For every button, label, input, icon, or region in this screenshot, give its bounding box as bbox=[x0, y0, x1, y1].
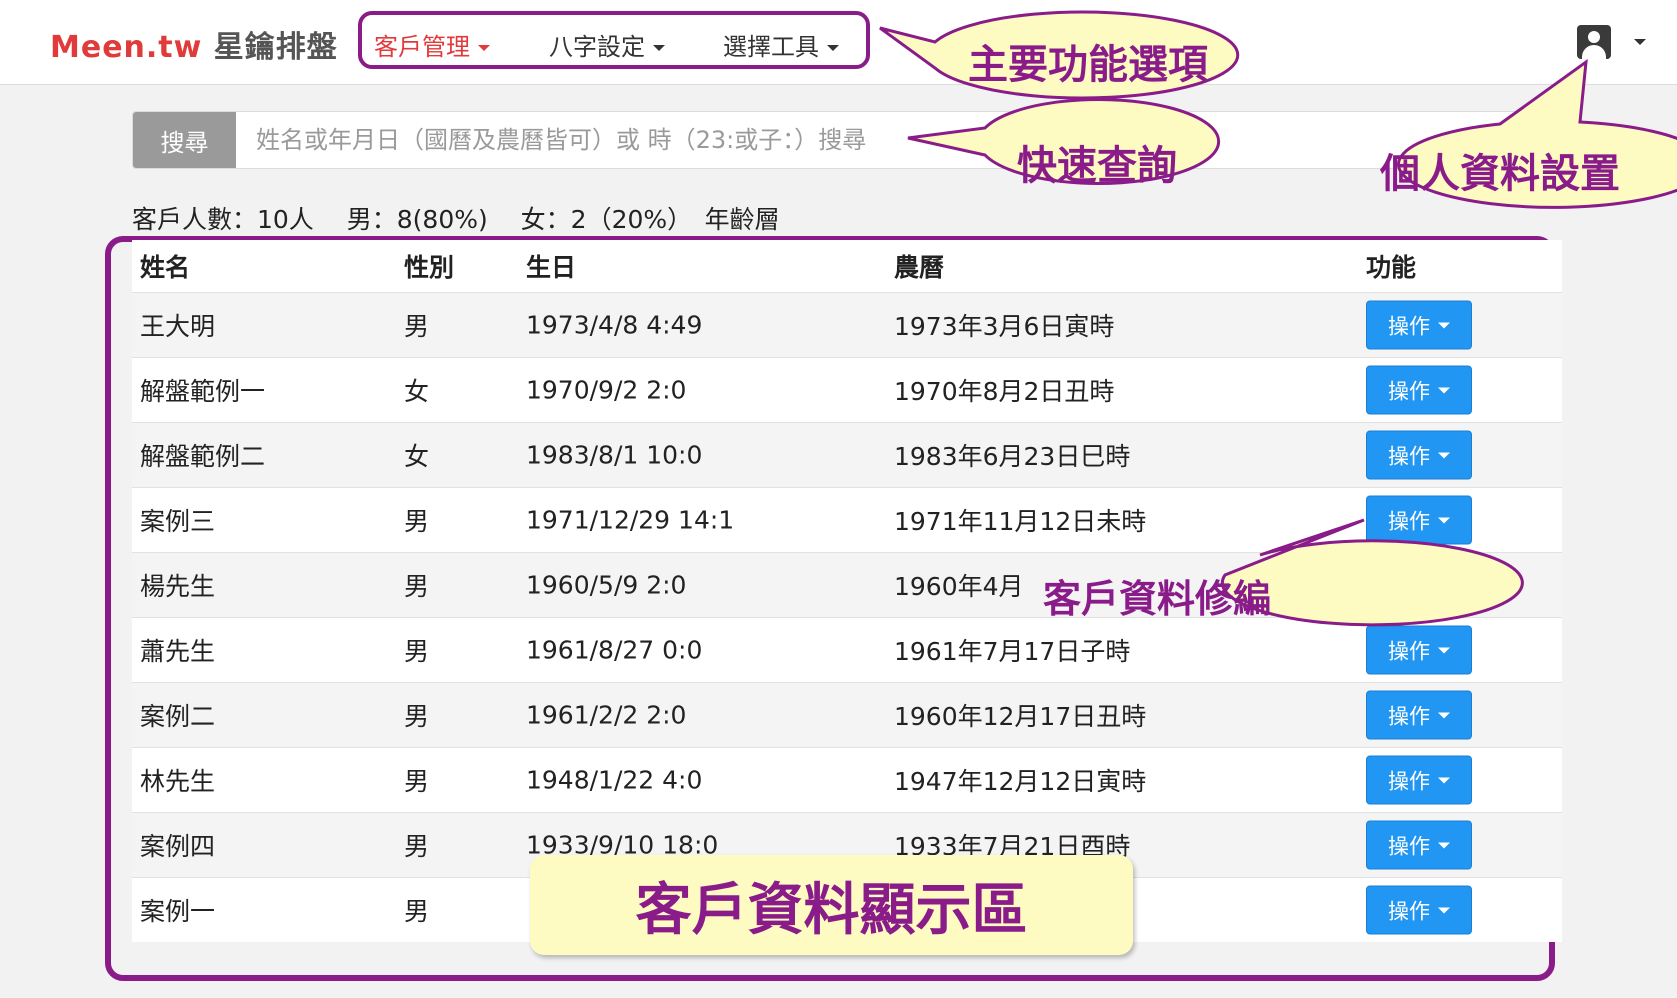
cell-gender: 男 bbox=[404, 897, 430, 926]
operation-dropdown-button[interactable]: 操作 bbox=[1366, 365, 1472, 415]
header-function: 功能 bbox=[1366, 253, 1417, 282]
table-row: 蕭先生 男 1961/8/27 0:0 1961年7月17日子時 操作 bbox=[132, 617, 1562, 682]
operation-dropdown-button[interactable]: 操作 bbox=[1366, 430, 1472, 480]
cell-lunar: 1983年6月23日巳時 bbox=[894, 442, 1131, 471]
main-menu: 客戶管理 八字設定 選擇工具 bbox=[358, 11, 870, 69]
cell-name: 解盤範例一 bbox=[140, 377, 266, 406]
brand-logo[interactable]: Meen.tw 星鑰排盤 bbox=[50, 22, 338, 66]
cell-name: 案例一 bbox=[140, 897, 216, 926]
callout-main-menu: 主要功能選項 bbox=[968, 42, 1208, 88]
cell-name: 王大明 bbox=[140, 312, 216, 341]
table-row: 解盤範例二 女 1983/8/1 10:0 1983年6月23日巳時 操作 bbox=[132, 422, 1562, 487]
operation-dropdown-button[interactable]: 操作 bbox=[1366, 560, 1472, 610]
header-birthday: 生日 bbox=[526, 253, 577, 282]
menu-select-tools[interactable]: 選擇工具 bbox=[723, 27, 839, 62]
menu-client-management[interactable]: 客戶管理 bbox=[374, 27, 490, 62]
table-row: 案例二 男 1961/2/2 2:0 1960年12月17日丑時 操作 bbox=[132, 682, 1562, 747]
operation-dropdown-button[interactable]: 操作 bbox=[1366, 755, 1472, 805]
header-name: 姓名 bbox=[140, 253, 191, 282]
caret-down-icon bbox=[478, 45, 490, 51]
cell-gender: 女 bbox=[404, 377, 430, 406]
table-row: 解盤範例一 女 1970/9/2 2:0 1970年8月2日丑時 操作 bbox=[132, 357, 1562, 422]
user-caret-down-icon[interactable] bbox=[1634, 39, 1646, 45]
operation-dropdown-button[interactable]: 操作 bbox=[1366, 690, 1472, 740]
caret-down-icon bbox=[1438, 777, 1450, 783]
caret-down-icon bbox=[1438, 517, 1450, 523]
cell-name: 林先生 bbox=[140, 767, 216, 796]
callout-client-edit: 客戶資料修編 bbox=[1043, 577, 1272, 621]
cell-name: 案例二 bbox=[140, 702, 216, 731]
table-row: 王大明 男 1973/4/8 4:49 1973年3月6日寅時 操作 bbox=[132, 292, 1562, 357]
table-row: 案例三 男 1971/12/29 14:1 1971年11月12日未時 操作 bbox=[132, 487, 1562, 552]
header-gender: 性別 bbox=[404, 253, 455, 282]
cell-gender: 男 bbox=[404, 832, 430, 861]
cell-gender: 男 bbox=[404, 767, 430, 796]
client-table: 姓名 性別 生日 農曆 功能 王大明男 1973/4/8 4:49 1973年3月6… bbox=[132, 240, 1562, 942]
cell-birthday: 1971/12/29 14:1 bbox=[526, 505, 735, 535]
table-header: 姓名 性別 生日 農曆 功能 bbox=[132, 240, 1562, 292]
top-navbar: Meen.tw 星鑰排盤 客戶管理 八字設定 選擇工具 bbox=[0, 0, 1677, 85]
cell-lunar: 1973年3月6日寅時 bbox=[894, 312, 1115, 341]
caret-down-icon bbox=[1438, 907, 1450, 913]
operation-dropdown-button[interactable]: 操作 bbox=[1366, 625, 1472, 675]
cell-birthday: 1960/5/9 2:0 bbox=[526, 570, 687, 600]
table-row: 楊先生 男 1960/5/9 2:0 1960年4月 操作 bbox=[132, 552, 1562, 617]
callout-display-area: 客戶資料顯示區 bbox=[530, 855, 1133, 955]
caret-down-icon bbox=[1438, 712, 1450, 718]
cell-gender: 男 bbox=[404, 572, 430, 601]
cell-name: 楊先生 bbox=[140, 572, 216, 601]
caret-down-icon bbox=[827, 45, 839, 51]
header-lunar: 農曆 bbox=[894, 253, 945, 282]
operation-dropdown-button[interactable]: 操作 bbox=[1366, 820, 1472, 870]
caret-down-icon bbox=[1438, 452, 1450, 458]
menu-bazi-settings[interactable]: 八字設定 bbox=[549, 27, 665, 62]
operation-dropdown-button[interactable]: 操作 bbox=[1366, 885, 1472, 935]
cell-birthday: 1983/8/1 10:0 bbox=[526, 440, 703, 470]
cell-lunar: 1970年8月2日丑時 bbox=[894, 377, 1115, 406]
cell-birthday: 1961/2/2 2:0 bbox=[526, 700, 687, 730]
search-input[interactable] bbox=[236, 112, 1551, 168]
cell-lunar: 1960年4月 bbox=[894, 572, 1024, 601]
cell-lunar: 1960年12月17日丑時 bbox=[894, 702, 1147, 731]
callout-quick-search: 快速查詢 bbox=[1017, 143, 1177, 189]
table-row: 林先生 男 1948/1/22 4:0 1947年12月12日寅時 操作 bbox=[132, 747, 1562, 812]
cell-lunar: 1961年7月17日子時 bbox=[894, 637, 1131, 666]
cell-birthday: 1973/4/8 4:49 bbox=[526, 310, 703, 340]
operation-dropdown-button[interactable]: 操作 bbox=[1366, 300, 1472, 350]
caret-down-icon bbox=[1438, 322, 1450, 328]
user-account-icon[interactable] bbox=[1577, 25, 1611, 59]
caret-down-icon bbox=[1438, 387, 1450, 393]
caret-down-icon bbox=[653, 45, 665, 51]
cell-gender: 男 bbox=[404, 312, 430, 341]
cell-birthday: 1948/1/22 4:0 bbox=[526, 765, 703, 795]
cell-name: 案例三 bbox=[140, 507, 216, 536]
cell-birthday: 1961/8/27 0:0 bbox=[526, 635, 703, 665]
operation-dropdown-button[interactable]: 操作 bbox=[1366, 495, 1472, 545]
client-stats: 客戶人數：10人 男：8(80%) 女：2（20%） 年齡層 bbox=[132, 205, 780, 234]
caret-down-icon bbox=[1438, 647, 1450, 653]
callout-profile-settings: 個人資料設置 bbox=[1380, 151, 1620, 197]
search-bar: 搜尋 bbox=[132, 111, 1552, 169]
cell-gender: 女 bbox=[404, 442, 430, 471]
cell-name: 蕭先生 bbox=[140, 637, 216, 666]
caret-down-icon bbox=[1438, 842, 1450, 848]
cell-name: 解盤範例二 bbox=[140, 442, 266, 471]
cell-gender: 男 bbox=[404, 702, 430, 731]
cell-birthday: 1970/9/2 2:0 bbox=[526, 375, 687, 405]
search-button[interactable]: 搜尋 bbox=[133, 112, 236, 168]
caret-down-icon bbox=[1438, 582, 1450, 588]
cell-name: 案例四 bbox=[140, 832, 216, 861]
cell-lunar: 1971年11月12日未時 bbox=[894, 507, 1147, 536]
cell-lunar: 1947年12月12日寅時 bbox=[894, 767, 1147, 796]
cell-gender: 男 bbox=[404, 507, 430, 536]
cell-gender: 男 bbox=[404, 637, 430, 666]
